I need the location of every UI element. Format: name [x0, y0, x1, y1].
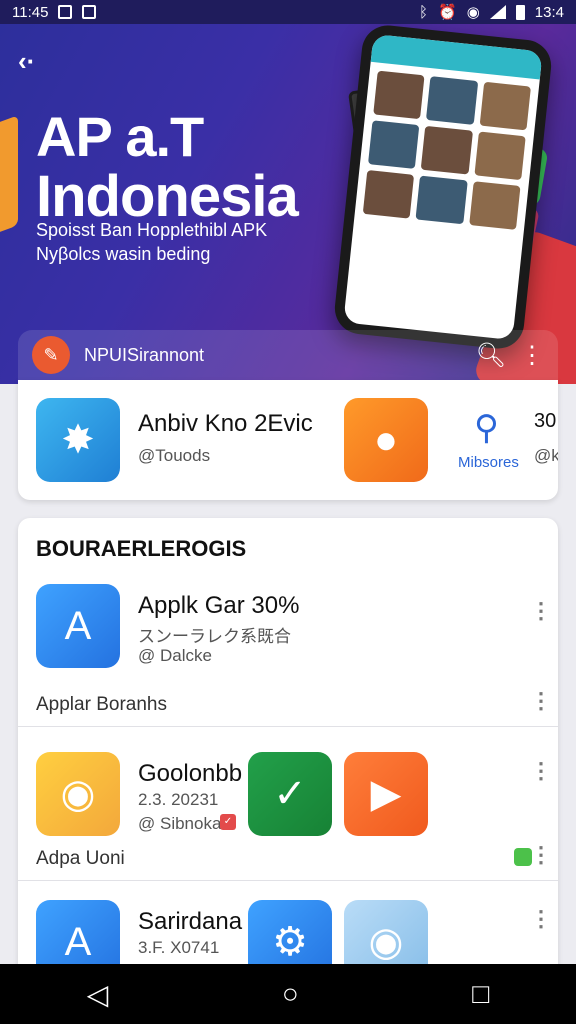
- status-bar: 11:45 ᛒ ⏰ ◉ 13:4: [0, 0, 576, 24]
- hero-title-line1: AP a.T: [36, 105, 204, 168]
- status-right: ᛒ ⏰ ◉ 13:4: [419, 3, 564, 22]
- item-caption: Adpa Uoni: [36, 848, 125, 869]
- people-icon[interactable]: ⚲: [474, 408, 499, 448]
- item-caption: Applar Boranhs: [36, 694, 167, 715]
- square-recent-icon[interactable]: □: [472, 978, 489, 1010]
- app-subtitle: 2.3. 20231: [138, 790, 219, 809]
- app-publisher: @ Sibnoka: [138, 814, 222, 833]
- alarm-icon: ⏰: [438, 4, 457, 21]
- navigation-bar: ◁ ○ □: [0, 964, 576, 1024]
- chat-app-icon[interactable]: ●: [344, 398, 428, 482]
- app-bar: ✎ NPUISirannont 🔍︎ ⋮: [18, 330, 558, 380]
- more-vert-icon[interactable]: ⋮: [530, 688, 552, 714]
- more-vert-icon[interactable]: ⋮: [520, 341, 544, 370]
- star-app-icon[interactable]: ✸: [36, 398, 120, 482]
- hero-decoration: [0, 115, 18, 243]
- thumbnail: [362, 170, 415, 219]
- status-time-left: 11:45: [12, 3, 49, 21]
- app-title[interactable]: Sarirdana: [138, 908, 242, 936]
- play-store-app-icon[interactable]: ▶: [344, 752, 428, 836]
- bluetooth-icon: ᛒ: [419, 3, 429, 21]
- featured-app-subtitle: @Touods: [138, 446, 211, 465]
- app-title[interactable]: Goolonbb: [138, 760, 242, 788]
- red-badge-icon: ✓: [220, 814, 236, 830]
- thumbnail: [426, 76, 478, 125]
- app-logo-icon[interactable]: ✎: [32, 336, 70, 374]
- thumbnail: [468, 181, 521, 230]
- chrome-app-icon[interactable]: ◉: [36, 752, 120, 836]
- app-store-icon[interactable]: A: [36, 584, 120, 668]
- hero-title: AP a.T Indonesia: [36, 105, 299, 228]
- divider: [18, 726, 558, 727]
- section-title: BOURAERLEROGIS: [36, 536, 247, 561]
- featured-card: ✸ Anbiv Kno 2Evic @Touods ● ⚲ Mibsores 3…: [18, 380, 558, 500]
- phone-screen: [343, 33, 543, 341]
- signal-icon: [489, 5, 506, 19]
- app-publisher: @ Dalcke: [138, 646, 212, 665]
- divider: [18, 880, 558, 881]
- app-name: NPUISirannont: [84, 344, 205, 365]
- thumbnail: [367, 120, 420, 169]
- more-vert-icon[interactable]: ⋮: [530, 906, 552, 932]
- triangle-back-icon[interactable]: ◁: [87, 978, 109, 1011]
- photo-icon: [58, 5, 73, 19]
- app-subtitle: スンーラレク系既合: [138, 627, 291, 646]
- wifi-icon: ◉: [466, 4, 480, 21]
- featured-right-sub: @k: [534, 446, 558, 465]
- app-list-card: BOURAERLEROGIS A Applk Gar 30% スンーラレク系既合…: [18, 518, 558, 978]
- hero-subtitle-line1: Spoisst Ban Hopplethibl APK: [36, 220, 268, 240]
- phone-illustration: [332, 24, 554, 352]
- thumbnail: [474, 131, 526, 181]
- thumbnail: [479, 81, 531, 131]
- featured-app-title[interactable]: Anbiv Kno 2Evic: [138, 410, 313, 438]
- featured-right-number: 30: [534, 410, 557, 432]
- app-subtitle: 3.F. X0741: [138, 938, 220, 957]
- status-left: 11:45: [12, 3, 97, 21]
- more-vert-icon[interactable]: ⋮: [530, 758, 552, 784]
- screenshot-icon: [82, 5, 97, 19]
- search-icon[interactable]: 🔍︎: [476, 341, 506, 370]
- thumbnail: [415, 175, 468, 225]
- battery-icon: [515, 4, 525, 20]
- hero-subtitle-line2: Nyβolcs wasin beding: [36, 244, 211, 265]
- people-label: Mibsores: [458, 454, 519, 471]
- thumbnail: [373, 70, 425, 120]
- arrow-back-icon[interactable]: ‹·: [18, 46, 35, 77]
- phone-screen-grid: [354, 62, 540, 239]
- hero-subtitle: Spoisst Ban Hopplethibl APK Nyβolcs wasi…: [36, 218, 267, 267]
- circle-home-icon[interactable]: ○: [282, 978, 299, 1010]
- more-vert-icon[interactable]: ⋮: [530, 842, 552, 868]
- more-vert-icon[interactable]: ⋮: [530, 598, 552, 624]
- app-title[interactable]: Applk Gar 30%: [138, 592, 299, 620]
- thumbnail: [421, 125, 473, 175]
- chart-app-icon[interactable]: ✓: [248, 752, 332, 836]
- status-time-right: 13:4: [534, 3, 564, 21]
